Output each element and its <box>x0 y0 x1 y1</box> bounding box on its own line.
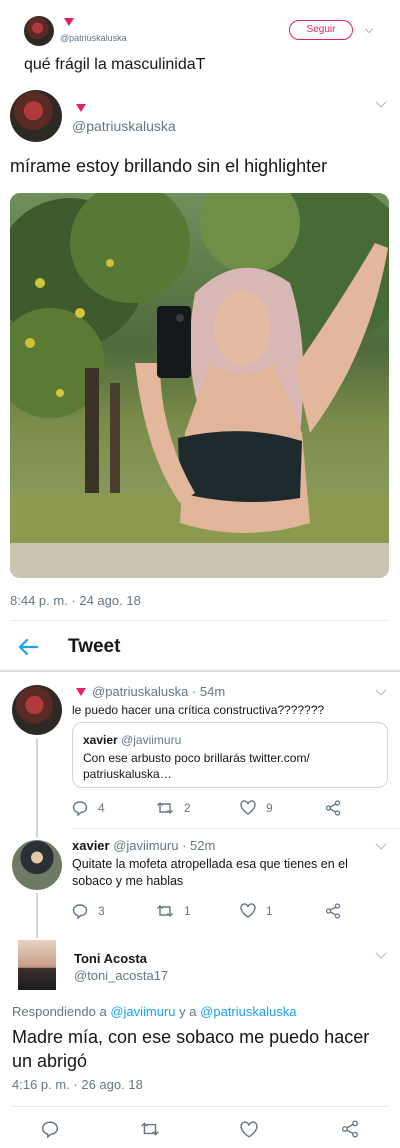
page-title: Tweet <box>68 636 121 657</box>
retweet-action[interactable]: 2 <box>156 800 191 816</box>
verified-triangle-icon <box>76 688 86 696</box>
quote-author-handle: @javiimuru <box>121 733 182 747</box>
divider <box>72 828 400 829</box>
quoted-tweet-card[interactable]: xavier @javiimuru Con ese arbusto poco b… <box>72 722 388 788</box>
avatar[interactable] <box>12 840 62 890</box>
user-handle[interactable]: @patriuskaluska <box>92 684 188 699</box>
user-handle[interactable]: @toni_acosta17 <box>74 968 168 983</box>
quote-text: Con ese arbusto poco brillarás twitter.c… <box>83 751 310 781</box>
follow-button-label: Seguir <box>306 24 336 35</box>
like-action[interactable]: 9 <box>240 800 273 815</box>
share-icon[interactable] <box>325 903 341 919</box>
divider <box>10 620 388 621</box>
chevron-down-icon[interactable] <box>375 684 387 696</box>
user-name[interactable]: xavier <box>72 838 110 853</box>
replying-user-link[interactable]: @javiimuru <box>110 1004 175 1019</box>
reply-icon <box>72 903 88 919</box>
user-handle[interactable]: @patriuskaluska <box>60 33 127 43</box>
chevron-down-icon[interactable] <box>375 96 387 108</box>
reply-count: 3 <box>98 904 105 918</box>
reply-count: 4 <box>98 801 105 815</box>
replying-and: y a <box>179 1004 197 1019</box>
verified-triangle-icon <box>64 18 74 26</box>
thread-line <box>36 893 38 938</box>
tweet-text: mírame estoy brillando sin el highlighte… <box>10 156 328 176</box>
header-divider <box>0 670 400 672</box>
reply-time: · 52m <box>182 838 216 853</box>
avatar[interactable] <box>24 16 54 46</box>
retweet-icon <box>156 903 174 919</box>
user-handle[interactable]: @patriuskaluska <box>72 118 176 134</box>
retweet-icon <box>156 800 174 816</box>
divider <box>12 1106 388 1107</box>
back-arrow-icon[interactable] <box>18 638 38 656</box>
chevron-down-icon[interactable] <box>375 838 387 850</box>
user-name[interactable]: Toni Acosta <box>74 951 147 966</box>
avatar[interactable] <box>12 685 62 735</box>
like-icon <box>240 903 256 918</box>
follow-button[interactable]: Seguir <box>289 20 353 40</box>
like-count: 1 <box>266 903 273 918</box>
share-icon[interactable] <box>325 800 341 816</box>
retweet-count: 2 <box>184 801 191 815</box>
quote-header: xavier @javiimuru <box>83 733 181 747</box>
replying-to: Respondiendo a @javiimuru y a @patriuska… <box>12 1004 296 1019</box>
replying-user-link[interactable]: @patriuskaluska <box>200 1004 296 1019</box>
replying-prefix: Respondiendo a <box>12 1004 107 1019</box>
verified-triangle-icon <box>76 104 86 112</box>
like-icon[interactable] <box>240 1121 258 1138</box>
reply-action[interactable]: 4 <box>72 800 105 816</box>
retweet-count: 1 <box>184 904 191 918</box>
tweet-text: Madre mía, con ese sobaco me puedo hacer… <box>12 1027 370 1071</box>
tweet-timestamp: 4:16 p. m. · 26 ago. 18 <box>12 1077 143 1092</box>
tweet-photo[interactable] <box>10 193 389 578</box>
reply-header: @patriuskaluska · 54m <box>92 684 225 699</box>
avatar[interactable] <box>18 940 56 990</box>
chevron-down-icon[interactable] <box>375 947 387 959</box>
reply-action[interactable]: 3 <box>72 903 105 919</box>
chevron-down-icon[interactable] <box>364 24 374 34</box>
reply-icon[interactable] <box>41 1120 59 1138</box>
thread-line <box>36 738 38 838</box>
quote-author-name: xavier <box>83 733 118 747</box>
reply-icon <box>72 800 88 816</box>
retweet-action[interactable]: 1 <box>156 903 191 919</box>
user-handle[interactable]: @javiimuru <box>113 838 178 853</box>
reply-text: le puedo hacer una crítica constructiva?… <box>72 703 325 717</box>
reply-text: Quitate la mofeta atropellada esa que ti… <box>72 857 348 888</box>
tweet-timestamp: 8:44 p. m. · 24 ago. 18 <box>10 593 141 608</box>
retweet-icon[interactable] <box>140 1120 160 1138</box>
tweet-text: qué frágil la masculinidaT <box>24 56 206 73</box>
like-action[interactable]: 1 <box>240 903 273 918</box>
like-icon <box>240 800 256 815</box>
avatar[interactable] <box>10 90 62 142</box>
like-count: 9 <box>266 800 273 815</box>
share-icon[interactable] <box>341 1120 359 1138</box>
reply-time: · 54m <box>191 684 226 699</box>
photo-illustration <box>10 193 389 578</box>
reply-header: xavier @javiimuru · 52m <box>72 838 215 853</box>
